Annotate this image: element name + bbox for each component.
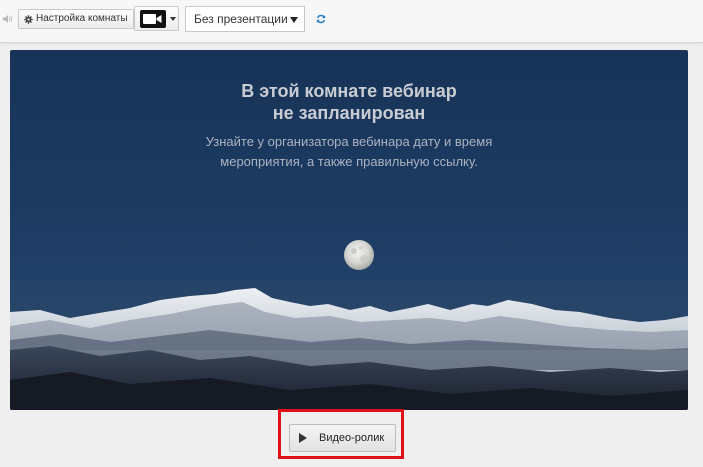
stage-title: В этой комнате вебинар не запланирован <box>10 80 688 124</box>
room-settings-button[interactable]: Настройка комнаты <box>18 9 134 29</box>
toolbar: Настройка комнаты Без презентации <box>0 0 703 43</box>
caret-down-icon <box>170 17 176 21</box>
stage-subtitle-line2: мероприятия, а также правильную ссылку. <box>220 154 478 169</box>
room-settings-label: Настройка комнаты <box>36 13 128 24</box>
stage-title-line1: В этой комнате вебинар <box>241 81 457 101</box>
video-clip-label: Видео-ролик <box>319 432 385 444</box>
video-clip-button[interactable]: Видео-ролик <box>289 424 396 452</box>
video-stage: В этой комнате вебинар не запланирован У… <box>10 50 688 410</box>
speaker-icon[interactable] <box>3 14 13 24</box>
presentation-select[interactable]: Без презентации <box>185 6 305 32</box>
gear-icon <box>24 14 33 24</box>
stage-title-line2: не запланирован <box>272 103 426 123</box>
select-arrow-icon <box>290 17 298 23</box>
refresh-icon[interactable] <box>316 14 326 24</box>
play-icon <box>299 433 307 443</box>
stage-subtitle-line1: Узнайте у организатора вебинара дату и в… <box>205 134 493 149</box>
camera-toggle-button[interactable] <box>134 6 179 31</box>
moon-icon <box>344 240 374 270</box>
camera-icon <box>140 10 166 28</box>
stage-subtitle: Узнайте у организатора вебинара дату и в… <box>10 132 688 172</box>
presentation-select-value: Без презентации <box>194 12 288 26</box>
